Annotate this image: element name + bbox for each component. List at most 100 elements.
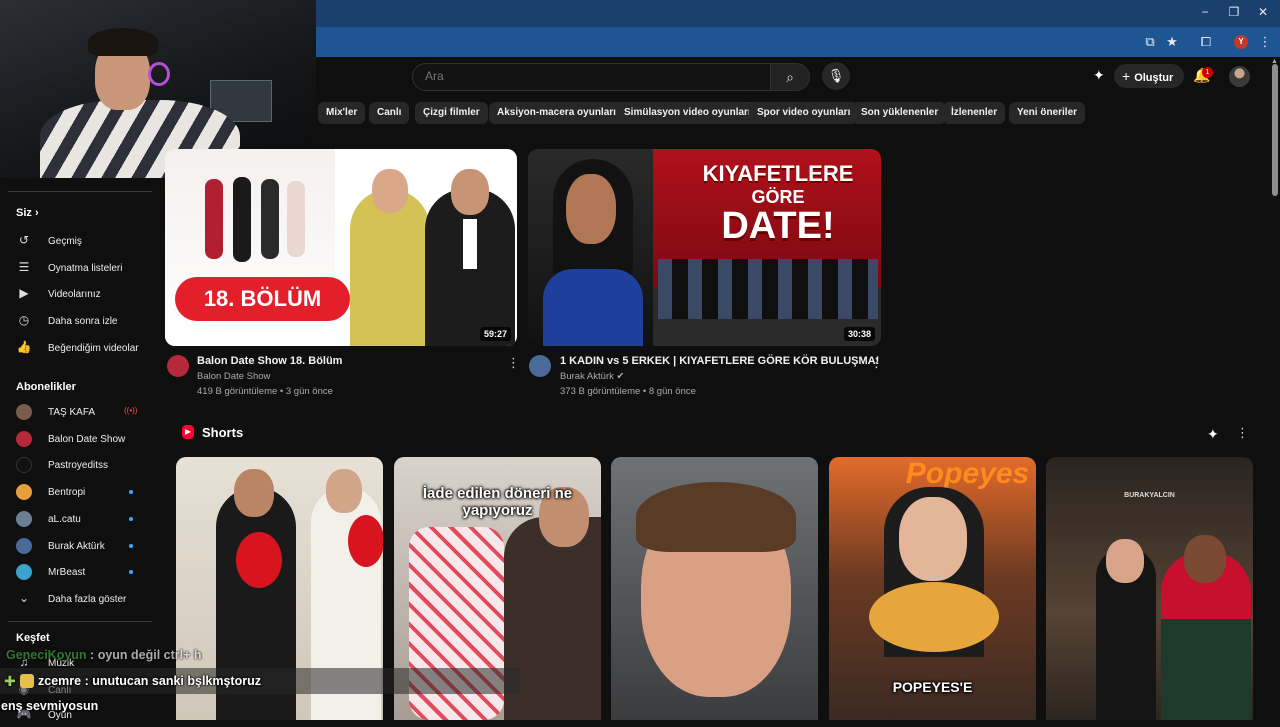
more-options-icon[interactable]: ⋮ — [870, 355, 883, 371]
thumbnail-headline-line3: DATE! — [721, 205, 835, 247]
chat-message: GeneciKoyun : oyun değil ctrl+ h — [6, 648, 202, 662]
video-channel-name[interactable]: Balon Date Show — [197, 371, 270, 382]
more-options-icon[interactable]: ⋮ — [507, 355, 520, 371]
voice-search-button[interactable]: 🎙 — [822, 62, 850, 90]
store-sign-text: Popeyes — [905, 457, 1030, 490]
channel-avatar[interactable] — [529, 355, 551, 377]
minimize-icon[interactable]: − — [1195, 5, 1215, 19]
history-icon: ↺ — [18, 233, 30, 247]
sparkle-icon[interactable]: ✦ — [1207, 426, 1219, 443]
bookmark-star-icon[interactable]: ★ — [1163, 34, 1181, 50]
browser-menu-icon[interactable]: ⋮ — [1256, 34, 1274, 50]
channel-avatar — [16, 564, 32, 580]
sidebar-item-history[interactable]: ↺ Geçmiş — [16, 233, 146, 253]
short-thumbnail[interactable] — [611, 457, 818, 720]
short-overlay-text: POPEYES'E — [892, 679, 973, 695]
your-videos-icon: ▶ — [19, 286, 29, 300]
page-scrollbar[interactable] — [1272, 64, 1278, 196]
chat-user-avatar — [20, 674, 34, 688]
sidebar-subscription-item[interactable]: aL.catu — [16, 511, 146, 531]
video-meta: 373 B görüntüleme • 8 gün önce — [560, 386, 696, 397]
thumbnail-legs — [658, 259, 878, 319]
sidebar-divider — [8, 191, 152, 192]
thumbnail-man-yellow — [350, 169, 430, 346]
channel-avatar — [16, 484, 32, 500]
chip-new-recommendations[interactable]: Yeni öneriler — [1009, 102, 1086, 124]
live-indicator-icon: ((•)) — [124, 406, 138, 415]
sidebar-item-watch-later[interactable]: ◷ Daha sonra izle — [16, 313, 146, 333]
thumbnail-man-suit — [425, 169, 515, 346]
account-avatar[interactable] — [1229, 66, 1250, 87]
extensions-icon[interactable]: ⧠ — [1197, 34, 1215, 50]
sparkle-icon[interactable]: ✦ — [1093, 67, 1105, 84]
sidebar-you-header[interactable]: Siz › — [16, 207, 39, 219]
thumbnail-headline-line1: KIYAFETLERE — [702, 161, 854, 186]
video-thumbnail[interactable]: 18. BÖLÜM 59:27 — [165, 149, 517, 346]
chip-live[interactable]: Canlı — [369, 102, 410, 124]
chip-action-adventure[interactable]: Aksiyon-macera oyunları — [489, 102, 624, 124]
chevron-down-icon: ⌄ — [18, 591, 30, 605]
cast-icon[interactable]: ⧉ — [1141, 34, 1159, 50]
channel-avatar — [16, 457, 32, 473]
video-title[interactable]: Balon Date Show 18. Bölüm — [197, 355, 342, 367]
thumbnail-episode-label: 18. BÖLÜM — [175, 277, 350, 321]
video-duration: 30:38 — [843, 327, 875, 341]
red-balloon — [348, 515, 383, 567]
chip-watched[interactable]: İzlenenler — [943, 102, 1006, 124]
shorts-section-title: Shorts — [202, 425, 244, 440]
channel-avatar — [16, 538, 32, 554]
notification-count-badge: 1 — [1202, 67, 1213, 78]
video-duration: 59:27 — [479, 327, 511, 341]
headphones-light — [148, 62, 170, 86]
watch-later-icon: ◷ — [18, 313, 30, 327]
short-watermark: BURAKYALCIN — [1124, 492, 1175, 499]
video-title[interactable]: 1 KADIN vs 5 ERKEK | KIYAFETLERE GÖRE KÖ… — [560, 355, 879, 367]
short-thumbnail[interactable]: Popeyes POPEYES'E — [829, 457, 1036, 720]
sidebar-item-playlists[interactable]: ☰ Oynatma listeleri — [16, 260, 146, 280]
video-channel-name[interactable]: Burak Aktürk ✔ — [560, 371, 624, 382]
sidebar-item-your-videos[interactable]: ▶ Videolarınız — [16, 286, 146, 306]
sidebar-item-liked-videos[interactable]: 👍 Beğendiğim videolar — [16, 340, 146, 360]
sidebar-subscription-item[interactable]: Pastroyeditss — [16, 457, 146, 477]
browser-profile-avatar[interactable]: Y — [1234, 35, 1248, 49]
short-thumbnail[interactable]: BURAKYALCIN — [1046, 457, 1253, 720]
create-button[interactable]: + Oluştur — [1114, 64, 1184, 88]
shorts-logo-icon: ▶ — [182, 425, 194, 439]
new-content-dot — [129, 570, 133, 574]
more-options-icon[interactable]: ⋮ — [1236, 425, 1249, 441]
chip-simulation-games[interactable]: Simülasyon video oyunları — [616, 102, 759, 124]
sidebar-subscription-item[interactable]: Balon Date Show — [16, 431, 146, 451]
sidebar-divider — [8, 621, 152, 622]
red-balloon — [236, 532, 282, 588]
sidebar-subscription-item[interactable]: MrBeast — [16, 564, 146, 584]
plus-icon: + — [1122, 68, 1131, 84]
channel-avatar — [16, 404, 32, 420]
sidebar-show-more[interactable]: ⌄ Daha fazla göster — [16, 591, 146, 611]
new-content-dot — [129, 544, 133, 548]
chip-cartoons[interactable]: Çizgi filmler — [415, 102, 488, 124]
search-button[interactable]: ⌕ — [770, 63, 810, 91]
close-icon[interactable]: ✕ — [1253, 5, 1273, 19]
sidebar-subscription-item[interactable]: TAŞ KAFA ((•)) — [16, 404, 146, 424]
chip-mixes[interactable]: Mix'ler — [318, 102, 366, 124]
microphone-icon: 🎙 — [827, 68, 845, 83]
chat-badge-icon: ✚ — [4, 673, 16, 689]
chip-sports-games[interactable]: Spor video oyunları — [749, 102, 859, 124]
restore-icon[interactable]: ❐ — [1224, 5, 1244, 19]
sidebar-subscription-item[interactable]: Bentropi — [16, 484, 146, 504]
search-box[interactable] — [412, 63, 772, 91]
like-icon: 👍 — [16, 340, 32, 354]
video-meta: 419 B görüntüleme • 3 gün önce — [197, 386, 333, 397]
channel-avatar — [16, 511, 32, 527]
fries-bucket — [869, 582, 999, 652]
sidebar-subscription-item[interactable]: Burak Aktürk — [16, 538, 146, 558]
chevron-right-icon: › — [34, 207, 39, 219]
chip-recently-uploaded[interactable]: Son yüklenenler — [853, 102, 947, 124]
short-overlay-text: İade edilen döneri ne yapıyoruz — [422, 485, 573, 519]
channel-avatar[interactable] — [167, 355, 189, 377]
search-input[interactable] — [425, 69, 755, 83]
create-label: Oluştur — [1134, 72, 1174, 84]
webcam-person-hair — [88, 28, 158, 56]
channel-avatar — [16, 431, 32, 447]
video-thumbnail[interactable]: KIYAFETLERE GÖRE DATE! 30:38 — [528, 149, 881, 346]
